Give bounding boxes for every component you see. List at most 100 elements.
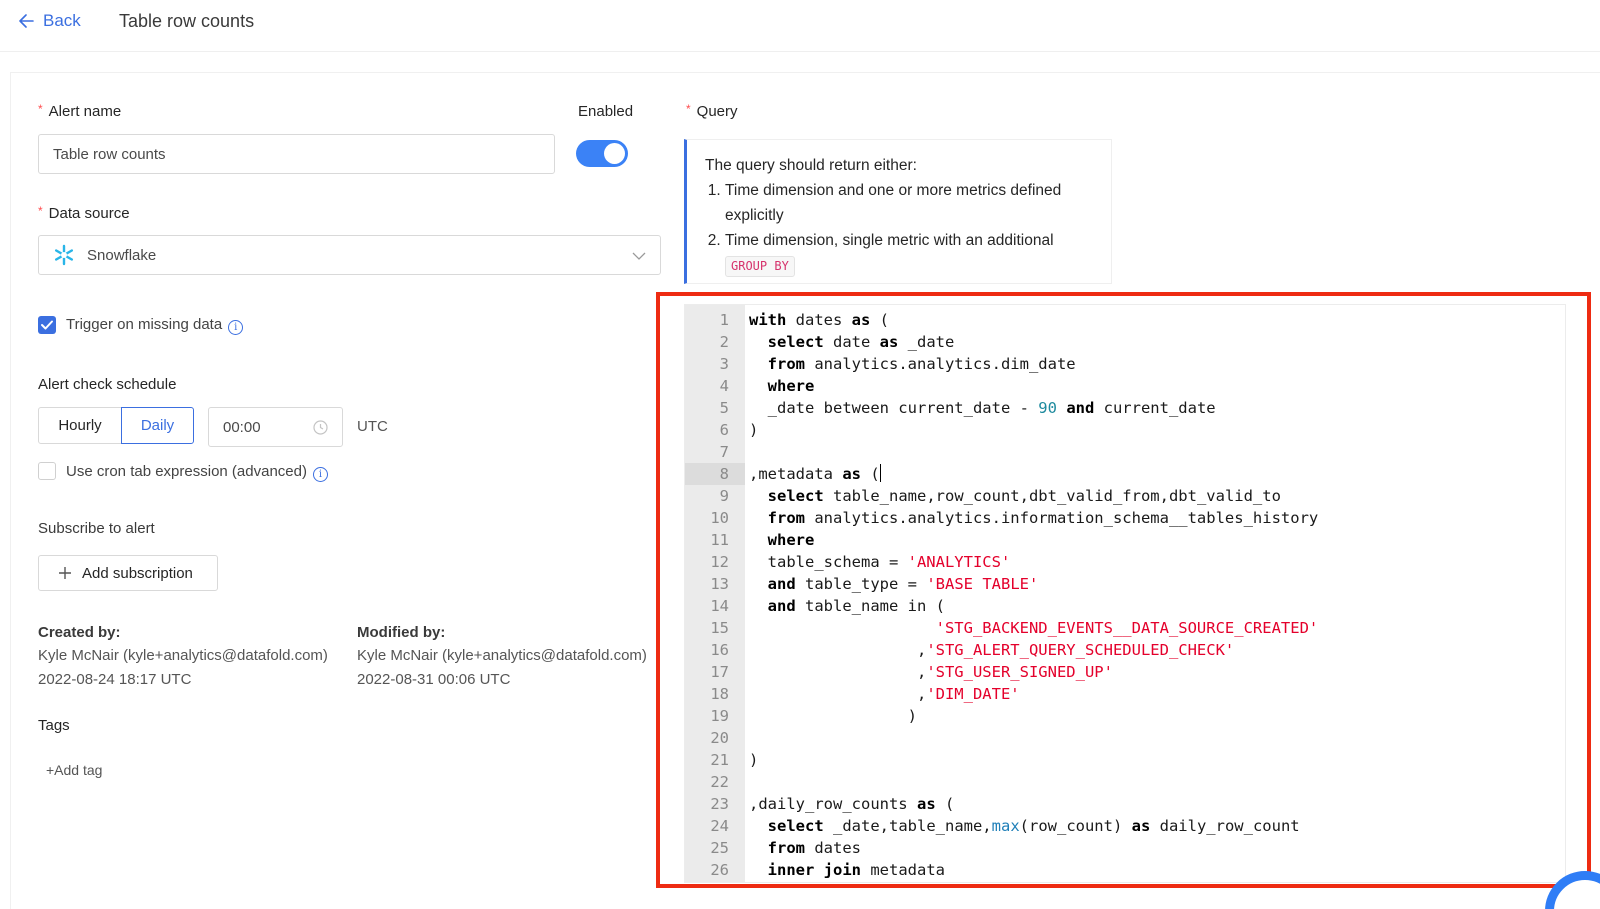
line-number: 5 <box>719 399 729 417</box>
code-line[interactable]: 18 ,'DIM_DATE' <box>685 683 1565 705</box>
code-line[interactable]: 20 <box>685 727 1565 749</box>
data-source-select[interactable]: Snowflake <box>38 235 661 275</box>
code-line[interactable]: 4 where <box>685 375 1565 397</box>
code-text: 'STG_BACKEND_EVENTS__DATA_SOURCE_CREATED… <box>935 619 1319 637</box>
time-picker-input[interactable]: 00:00 <box>208 407 343 447</box>
code-line[interactable]: 19 ) <box>685 705 1565 727</box>
hint-item: Time dimension and one or more metrics d… <box>725 178 1093 228</box>
line-number: 15 <box>710 619 729 637</box>
code-line[interactable]: 21) <box>685 749 1565 771</box>
subscribe-label: Subscribe to alert <box>38 520 155 537</box>
code-line[interactable]: 8 ,metadata as ( <box>685 463 1565 485</box>
line-number: 26 <box>710 861 729 879</box>
trigger-missing-checkbox[interactable] <box>38 316 56 334</box>
back-button[interactable]: Back <box>19 11 81 31</box>
line-number: 21 <box>710 751 729 769</box>
line-number: 25 <box>710 839 729 857</box>
code-line[interactable]: 24 select _date,table_name,max(row_count… <box>685 815 1565 837</box>
hint-intro: The query should return either: <box>705 157 917 174</box>
chevron-down-icon <box>632 252 646 260</box>
code-line[interactable]: 7 <box>685 441 1565 463</box>
line-number: 17 <box>710 663 729 681</box>
page-title: Table row counts <box>119 11 255 31</box>
code-line[interactable]: 1 with dates as ( <box>685 309 1565 331</box>
code-text: where <box>767 531 815 549</box>
code-line[interactable]: 10 from analytics.analytics.information_… <box>685 507 1565 529</box>
alert-name-label: * Alert name <box>38 102 122 120</box>
line-number: 22 <box>710 773 729 791</box>
code-text: ) <box>749 751 759 769</box>
code-line[interactable]: 2 select date as _date <box>685 331 1565 353</box>
line-number: 2 <box>719 333 729 351</box>
code-text: ,daily_row_counts as ( <box>749 795 955 813</box>
code-line[interactable]: 3 from analytics.analytics.dim_date <box>685 353 1565 375</box>
info-icon[interactable]: i <box>312 467 328 482</box>
code-line[interactable]: 23 ,daily_row_counts as ( <box>685 793 1565 815</box>
line-number: 7 <box>719 443 729 461</box>
code-line[interactable]: 16 ,'STG_ALERT_QUERY_SCHEDULED_CHECK' <box>685 639 1565 661</box>
code-line[interactable]: 11 where <box>685 529 1565 551</box>
code-line[interactable]: 14 and table_name in ( <box>685 595 1565 617</box>
required-mark: * <box>38 102 43 116</box>
plus-icon <box>59 567 71 579</box>
line-number: 6 <box>719 421 729 439</box>
snowflake-icon <box>55 244 73 266</box>
alert-name-input[interactable]: Table row counts <box>38 134 555 174</box>
add-subscription-button[interactable]: Add subscription <box>38 555 218 591</box>
code-line[interactable]: 26 inner join metadata <box>685 859 1565 881</box>
created-at: 2022-08-24 18:17 UTC <box>38 671 192 688</box>
code-text: inner join metadata <box>767 861 945 879</box>
line-number: 13 <box>710 575 729 593</box>
code-text: and table_name in ( <box>767 597 945 615</box>
code-line[interactable]: 9 select table_name,row_count,dbt_valid_… <box>685 485 1565 507</box>
schedule-daily-button[interactable]: Daily <box>121 407 194 444</box>
back-label: Back <box>43 11 81 30</box>
required-mark: * <box>38 204 43 218</box>
sql-code-editor[interactable]: 1 with dates as (2 select date as _date 3 … <box>684 304 1566 883</box>
code-text: ,'DIM_DATE' <box>749 685 1020 703</box>
modified-by-user: Kyle McNair (kyle+analytics@datafold.com… <box>357 647 647 664</box>
check-icon <box>41 320 53 330</box>
code-text: select table_name,row_count,dbt_valid_fr… <box>767 487 1281 505</box>
code-text: where <box>767 377 815 395</box>
tags-label: Tags <box>38 717 70 734</box>
line-number: 4 <box>719 377 729 395</box>
schedule-hourly-button[interactable]: Hourly <box>38 407 122 444</box>
query-hint-box: The query should return either: Time dim… <box>684 139 1112 284</box>
code-line[interactable]: 12 table_schema = 'ANALYTICS' <box>685 551 1565 573</box>
required-mark: * <box>686 102 691 116</box>
code-line[interactable]: 25 from dates <box>685 837 1565 859</box>
line-number: 24 <box>710 817 729 835</box>
add-tag-button[interactable]: +Add tag <box>46 762 102 778</box>
code-text: ) <box>749 421 759 439</box>
code-text: ,metadata as ( <box>749 464 882 483</box>
code-text: and table_type = 'BASE TABLE' <box>767 575 1039 593</box>
code-text: table_schema = 'ANALYTICS' <box>749 553 1011 571</box>
code-line[interactable]: 22 <box>685 771 1565 793</box>
code-line[interactable]: 6) <box>685 419 1565 441</box>
enabled-toggle[interactable] <box>576 140 628 167</box>
data-source-label: * Data source <box>38 204 130 222</box>
code-text: select date as _date <box>767 333 955 351</box>
code-text: ,'STG_USER_SIGNED_UP' <box>749 663 1113 681</box>
code-line[interactable]: 15 'STG_BACKEND_EVENTS__DATA_SOURCE_CREA… <box>685 617 1565 639</box>
clock-icon <box>313 420 328 435</box>
cron-checkbox[interactable] <box>38 462 56 480</box>
created-by-user: Kyle McNair (kyle+analytics@datafold.com… <box>38 647 328 664</box>
schedule-label: Alert check schedule <box>38 376 177 393</box>
enabled-label: Enabled <box>578 103 634 120</box>
group-by-code: GROUP BY <box>725 256 795 277</box>
line-number: 23 <box>710 795 729 813</box>
code-text: from dates <box>767 839 861 857</box>
code-line[interactable]: 5 _date between current_date - 90 and cu… <box>685 397 1565 419</box>
line-number: 10 <box>710 509 729 527</box>
code-line[interactable]: 17 ,'STG_USER_SIGNED_UP' <box>685 661 1565 683</box>
trigger-missing-label: Trigger on missing data i <box>66 316 244 335</box>
info-icon[interactable]: i <box>228 320 244 335</box>
code-text: ) <box>749 707 917 725</box>
query-label: * Query <box>686 102 738 120</box>
line-number: 19 <box>710 707 729 725</box>
code-line[interactable]: 13 and table_type = 'BASE TABLE' <box>685 573 1565 595</box>
line-number: 3 <box>719 355 729 373</box>
line-number: 11 <box>710 531 729 549</box>
